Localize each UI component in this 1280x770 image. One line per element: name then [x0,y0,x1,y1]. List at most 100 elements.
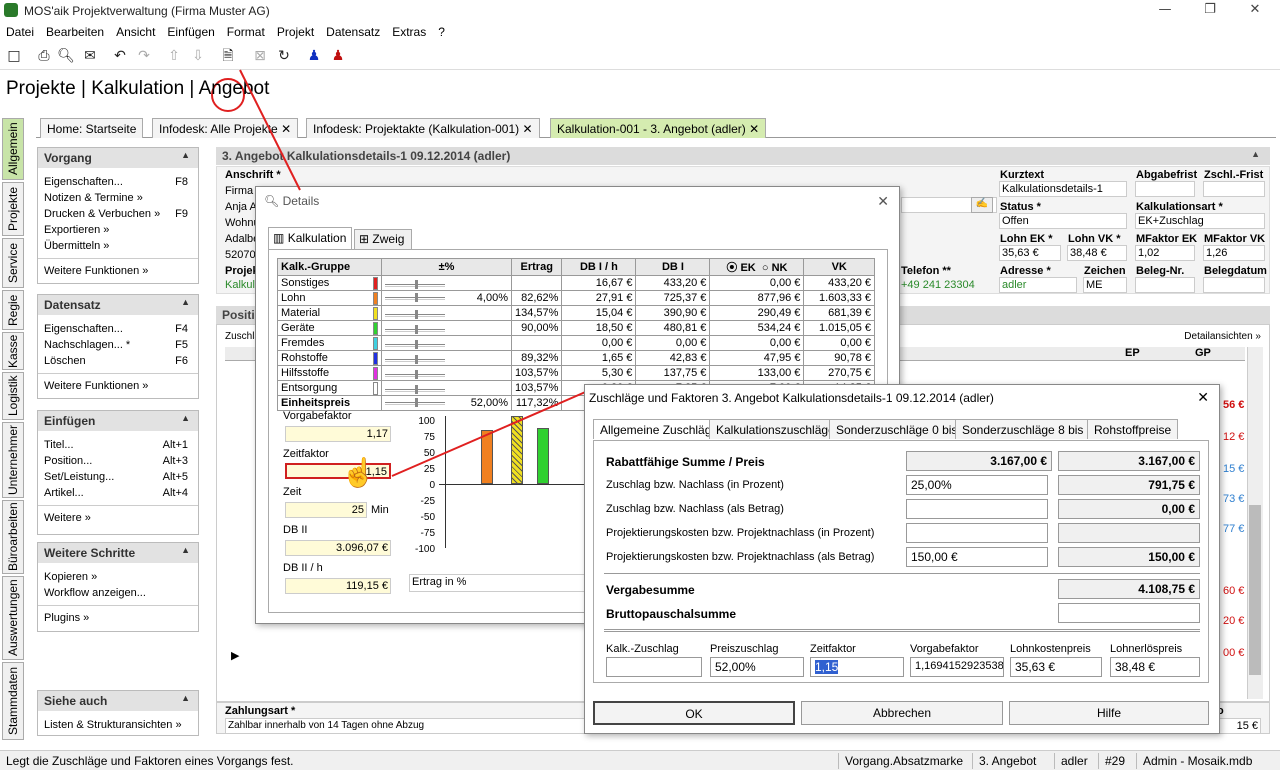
print-icon[interactable]: ⎙ [34,46,54,66]
link-weitere-funktionen[interactable]: Weitere Funktionen » [38,263,198,279]
tab-kalkulation[interactable]: ▥ Kalkulation [268,227,352,249]
kalkart-field[interactable]: EK+Zuschlag [1135,213,1265,229]
radio-nk[interactable]: ○ [762,262,769,274]
vtab-logistik[interactable]: Logistik [2,372,24,420]
new-icon[interactable]: □ [4,46,24,66]
restore-icon[interactable]: ❐ [1195,2,1225,20]
menu-ansicht[interactable]: Ansicht [110,22,161,42]
menu-datei[interactable]: Datei [0,22,40,42]
tab-sonder-8-15[interactable]: Sonderzuschläge 8 bis 15 [955,419,1108,439]
link-set-leistung[interactable]: Set/Leistung... Alt+5 [38,469,198,485]
zuschlag-prozent-input[interactable]: 25,00% [906,475,1048,495]
projekt-betrag-input[interactable]: 150,00 € [906,547,1048,567]
vorgabefaktor-field[interactable]: 1,17 [285,426,391,442]
zeitfaktor-input[interactable]: 1,15 [810,657,904,677]
mfek-field[interactable]: 1,02 [1135,245,1195,261]
preiszuschlag-input[interactable]: 52,00% [710,657,804,677]
vtab-allgemein[interactable]: Allgemein [2,118,24,180]
link-eigenschaften[interactable]: Eigenschaften... F8 [38,174,198,190]
link-titel[interactable]: Titel... Alt+1 [38,437,198,453]
down-icon[interactable]: ⇩ [188,46,208,66]
tab-projektakte[interactable]: Infodesk: Projektakte (Kalkulation-001) … [306,118,540,138]
collapse-icon[interactable]: ▲ [1251,149,1260,159]
belegnr-field[interactable] [1135,277,1195,293]
details-icon[interactable]: 🗎 [218,46,238,66]
zschl-field[interactable] [1203,181,1265,197]
slider-handle[interactable] [385,370,445,379]
close-icon[interactable]: ✕ [1240,2,1270,20]
minimize-icon[interactable]: — [1150,2,1180,20]
vtab-unternehmer[interactable]: Unternehmer [2,422,24,498]
menu-datensatz[interactable]: Datensatz [320,22,386,42]
vtab-auswertungen[interactable]: Auswertungen [2,576,24,660]
link-artikel[interactable]: Artikel... Alt+4 [38,485,198,501]
projekt-prozent-input[interactable] [906,523,1048,543]
link-nachschlagen[interactable]: Nachschlagen... * F5 [38,337,198,353]
tab-home[interactable]: Home: Startseite [40,118,144,138]
kurztext-field[interactable]: Kalkulationsdetails-1 [999,181,1127,197]
panel-header[interactable]: Vorgang ▲ [38,148,198,168]
grid-icon[interactable]: ⊠ [250,46,270,66]
link-workflow[interactable]: Workflow anzeigen... [38,585,198,601]
slider-handle[interactable] [385,385,445,394]
link-loeschen[interactable]: Löschen F6 [38,353,198,369]
link-eigenschaften[interactable]: Eigenschaften... F4 [38,321,198,337]
link-position[interactable]: Position... Alt+3 [38,453,198,469]
detailansichten-link[interactable]: Detailansichten » [1184,331,1261,342]
panel-header[interactable]: Weitere Schritte ▲ [38,543,198,563]
tab-alle-projekte[interactable]: Infodesk: Alle Projekte ✕ [152,118,299,138]
user-blue-icon[interactable]: ♟ [304,46,324,66]
link-exportieren[interactable]: Exportieren » [38,222,198,238]
cancel-button[interactable]: Abbrechen [801,701,1003,725]
link-notizen[interactable]: Notizen & Termine » [38,190,198,206]
lohnvk-field[interactable]: 38,48 € [1067,245,1127,261]
kalkzuschlag-input[interactable] [606,657,702,677]
tab-sonder-0-7[interactable]: Sonderzuschläge 0 bis 7 [829,419,975,439]
link-weitere[interactable]: Weitere » [38,510,198,526]
kalk-row[interactable]: Hilfsstoffe 103,57% 5,30 €137,75 €133,00 €… [277,365,875,381]
panel-header[interactable]: Siehe auch ▲ [38,691,198,711]
vtab-kasse[interactable]: Kasse [2,332,24,370]
slider-handle[interactable] [385,280,445,289]
lohnkostenpreis-input[interactable]: 35,63 € [1010,657,1102,677]
status-field[interactable]: Offen [999,213,1127,229]
close-icon[interactable]: ✕ [877,193,889,210]
link-uebermitteln[interactable]: Übermitteln » [38,238,198,254]
collapse-icon[interactable]: ▲ [181,150,190,160]
undo-icon[interactable]: ↶ [110,46,130,66]
belegdatum-field[interactable] [1203,277,1265,293]
slider-handle[interactable] [385,340,445,349]
vtab-service[interactable]: Service [2,238,24,288]
menu-extras[interactable]: Extras [386,22,432,42]
link-drucken[interactable]: Drucken & Verbuchen » F9 [38,206,198,222]
panel-header[interactable]: Einfügen ▲ [38,411,198,431]
collapse-icon[interactable]: ▲ [181,545,190,555]
close-tab-icon[interactable]: ✕ [522,122,532,136]
kalk-row[interactable]: Geräte 90,00% 18,50 €480,81 €534,24 €1.015… [277,320,875,336]
kalk-row[interactable]: Fremdes 0,00 €0,00 €0,00 €0,00 € [277,335,875,351]
lohnek-field[interactable]: 35,63 € [999,245,1061,261]
zahlung-field[interactable]: Zahlbar innerhalb von 14 Tagen ohne Abzu… [225,718,595,734]
close-icon[interactable]: ✕ [1197,389,1209,406]
collapse-icon[interactable]: ▲ [181,413,190,423]
slider-handle[interactable] [385,310,445,319]
menu-bearbeiten[interactable]: Bearbeiten [40,22,110,42]
kalk-row[interactable]: Sonstiges 16,67 €433,20 €0,00 €433,20 € [277,275,875,291]
zeichen-field[interactable]: ME [1083,277,1127,293]
close-tab-icon[interactable]: ✕ [749,122,759,136]
vorgabefaktor-input[interactable]: 1,1694152923538 [910,657,1004,677]
link-kopieren[interactable]: Kopieren » [38,569,198,585]
refresh-icon[interactable]: ↻ [274,46,294,66]
tab-allgemeine[interactable]: Allgemeine Zuschläge [593,419,726,439]
vtab-stammdaten[interactable]: Stammdaten [2,662,24,740]
tab-zweig[interactable]: ⊞ Zweig [354,229,412,249]
menu-einfuegen[interactable]: Einfügen [161,22,220,42]
ok-button[interactable]: OK [593,701,795,725]
mfvk-field[interactable]: 1,26 [1203,245,1265,261]
mail-icon[interactable]: ✉ [80,46,100,66]
telefon-link[interactable]: +49 241 23304 [901,279,975,291]
menu-help[interactable]: ? [432,22,451,42]
vtab-projekte[interactable]: Projekte [2,182,24,236]
user-red-icon[interactable]: ♟ [328,46,348,66]
tab-kalkulation[interactable]: Kalkulation-001 - 3. Angebot (adler) ✕ [550,118,767,138]
